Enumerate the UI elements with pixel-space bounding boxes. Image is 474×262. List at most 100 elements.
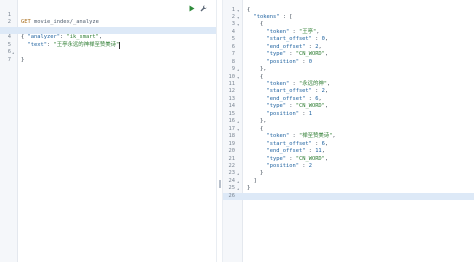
line-number: 7 bbox=[231, 51, 235, 58]
json-key: "start_offset" bbox=[266, 88, 312, 95]
response-line-text: }, bbox=[247, 118, 267, 126]
response-line: 6 "end_offset" : 2, bbox=[223, 44, 474, 52]
response-line-text: "position" : 1 bbox=[247, 110, 311, 119]
request-line-2[interactable]: 2 ▾ { bbox=[0, 12, 216, 40]
response-line-text: "token" : "永远的神", bbox=[247, 81, 330, 89]
json-key: "position" bbox=[266, 110, 299, 117]
json-separator: : bbox=[298, 58, 309, 65]
response-line: 18 "token" : "禅至赞美诗", bbox=[223, 133, 474, 141]
fold-toggle-icon[interactable]: ▾ bbox=[237, 21, 239, 29]
response-line-text: "start_offset" : 6, bbox=[247, 141, 328, 149]
fold-toggle-icon[interactable]: ▾ bbox=[237, 126, 239, 134]
json-key: "start_offset" bbox=[266, 36, 312, 43]
response-line: 26 bbox=[223, 192, 474, 201]
response-line: 15 "position" : 1 bbox=[223, 111, 474, 119]
json-number: 0 bbox=[308, 58, 312, 65]
fold-toggle-icon[interactable]: ▴ bbox=[237, 170, 239, 178]
json-string: "王亭" bbox=[298, 28, 317, 35]
json-separator: : bbox=[298, 110, 309, 117]
request-line-3[interactable]: 3 "analyzer": "ik_smart", bbox=[0, 19, 216, 41]
response-line: 19 "start_offset" : 6, bbox=[223, 141, 474, 149]
fold-toggle-icon[interactable]: ▴ bbox=[237, 118, 239, 126]
json-comma: , bbox=[321, 148, 325, 155]
json-separator: : bbox=[279, 13, 290, 20]
request-line-7[interactable]: 7 bbox=[0, 49, 216, 63]
json-string: "CN_WORD" bbox=[295, 51, 325, 58]
json-key: "type" bbox=[266, 155, 286, 162]
response-line: 23 ▴ } bbox=[223, 170, 474, 178]
json-comma: , bbox=[318, 43, 322, 50]
json-punctuation: { bbox=[259, 21, 264, 28]
line-number: 9 bbox=[231, 66, 235, 73]
fold-toggle-icon[interactable]: ▴ bbox=[237, 178, 239, 186]
request-line-5[interactable]: 5 ▴ } bbox=[0, 34, 216, 63]
pane-resizer[interactable] bbox=[216, 0, 223, 262]
json-string: "CN_WORD" bbox=[295, 155, 325, 162]
line-number: 1 bbox=[231, 6, 235, 13]
resizer-grip-icon[interactable] bbox=[219, 180, 221, 188]
json-punctuation: } bbox=[259, 170, 264, 177]
json-key: "token" bbox=[266, 133, 290, 140]
json-comma: , bbox=[318, 95, 322, 102]
line-number: 24 bbox=[228, 177, 236, 184]
response-line-text: { bbox=[247, 21, 263, 29]
line-number: 14 bbox=[228, 103, 236, 110]
fold-toggle-icon[interactable]: ▾ bbox=[237, 7, 239, 15]
json-separator: : bbox=[289, 81, 299, 87]
json-comma: , bbox=[327, 81, 331, 87]
request-line-6[interactable]: 6 bbox=[0, 42, 216, 55]
line-number: 20 bbox=[228, 148, 236, 155]
line-number: 7 bbox=[7, 56, 11, 63]
json-comma: , bbox=[324, 103, 329, 110]
response-line-text: "type" : "CN_WORD", bbox=[247, 156, 328, 164]
json-punctuation: { bbox=[259, 125, 264, 132]
json-comma: , bbox=[316, 28, 320, 35]
json-key: "type" bbox=[266, 51, 286, 58]
request-editor[interactable]: 1 GET movie_index/_analyze 2 ▾ { 3 "anal… bbox=[0, 0, 216, 262]
fold-toggle-icon[interactable]: ▾ bbox=[237, 14, 239, 22]
wrench-icon[interactable] bbox=[200, 5, 207, 12]
json-separator: : bbox=[305, 43, 316, 50]
fold-toggle-icon[interactable]: ▴ bbox=[237, 66, 239, 74]
line-number: 8 bbox=[231, 58, 235, 65]
json-punctuation: } bbox=[247, 185, 251, 192]
response-line: 1 ▾ { bbox=[223, 7, 474, 15]
line-number: 25 bbox=[228, 185, 236, 192]
response-line: 9 ▴ }, bbox=[223, 66, 474, 74]
request-line-4-active[interactable]: 4 "text": "王亭永远的神禅至赞美诗" bbox=[0, 26, 216, 49]
json-key: "token" bbox=[266, 81, 290, 87]
line-number: 23 bbox=[228, 170, 236, 177]
response-line: 21 "type" : "CN_WORD", bbox=[223, 156, 474, 164]
fold-toggle-icon[interactable]: ▴ bbox=[237, 185, 239, 193]
json-punctuation: { bbox=[247, 6, 251, 13]
response-viewer[interactable]: 1 ▾{2 ▾ "tokens" : [3 ▾ {4 "token" : "王亭", 5… bbox=[223, 0, 474, 262]
line-number: 19 bbox=[228, 140, 236, 147]
play-icon[interactable] bbox=[189, 5, 195, 12]
request-line-1[interactable]: 1 GET movie_index/_analyze bbox=[0, 4, 216, 26]
line-number: 13 bbox=[228, 95, 236, 102]
response-line-text: "type" : "CN_WORD", bbox=[247, 51, 328, 59]
json-key: "start_offset" bbox=[266, 140, 312, 147]
json-punctuation: }, bbox=[259, 66, 267, 73]
line-number: 6 bbox=[231, 43, 235, 50]
line-number: 12 bbox=[228, 88, 236, 95]
line-number: 3 bbox=[231, 21, 235, 28]
response-line-text: "end_offset" : 2, bbox=[247, 43, 322, 52]
request-body-close: } bbox=[21, 56, 25, 63]
json-comma: , bbox=[324, 140, 329, 147]
line-number: 11 bbox=[228, 81, 236, 87]
fold-toggle-icon[interactable]: ▾ bbox=[237, 74, 239, 82]
line-number: 2 bbox=[231, 13, 235, 20]
